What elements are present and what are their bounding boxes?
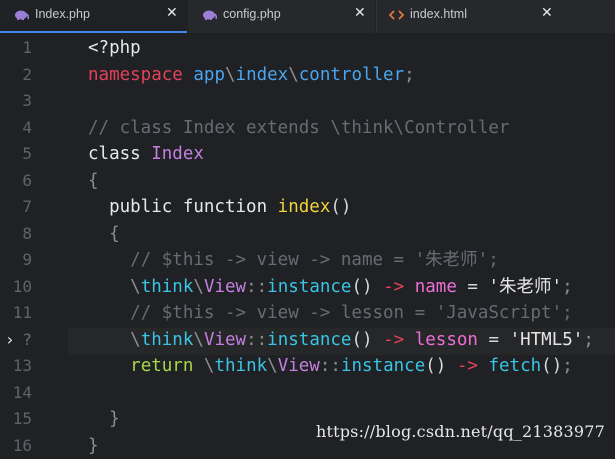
code-line: { <box>88 221 120 248</box>
separator: \ <box>193 330 204 350</box>
assign-operator: = <box>467 277 478 297</box>
code-line: class Index <box>88 141 204 168</box>
keyword: namespace <box>88 65 183 85</box>
method-name: instance <box>267 330 351 350</box>
line-number: 1 <box>0 35 32 62</box>
namespace-part: controller <box>299 65 404 85</box>
semicolon: ; <box>583 330 594 350</box>
brace: { <box>109 224 120 244</box>
code-line: <?php <box>88 35 141 62</box>
tab-index-php[interactable]: Index.php ✕ <box>0 0 187 33</box>
code-line: namespace app\index\controller; <box>88 62 415 89</box>
close-icon[interactable]: ✕ <box>354 4 366 21</box>
line-number: 8 <box>0 221 32 248</box>
line-number: 5 <box>0 141 32 168</box>
tab-label: Index.php <box>35 7 90 21</box>
scope-operator: :: <box>246 277 267 297</box>
parens: () <box>541 356 562 376</box>
php-elephant-icon <box>202 8 217 21</box>
code-line: \think\View::instance() -> name = '朱老师'; <box>88 274 573 301</box>
code-comment: // class Index extends \think\Controller <box>88 115 509 142</box>
line-number: 16 <box>0 433 32 459</box>
namespace-part: think <box>214 356 267 376</box>
line-number: 7 <box>0 194 32 221</box>
separator: \ <box>204 356 215 376</box>
semicolon: ; <box>562 356 573 376</box>
line-number: 13 <box>0 353 32 380</box>
tab-index-html[interactable]: index.html ✕ <box>376 0 615 33</box>
tab-bar: Index.php ✕ config.php ✕ index.html ✕ <box>0 0 615 33</box>
arrow-operator: -> <box>457 356 478 376</box>
namespace-part: app <box>193 65 225 85</box>
brace: } <box>109 409 120 429</box>
php-open-tag: <?php <box>88 38 141 58</box>
arrow-operator: -> <box>383 330 404 350</box>
brace: } <box>88 433 99 459</box>
keyword: public function <box>109 197 267 217</box>
namespace-part: think <box>141 277 194 297</box>
class-name: View <box>204 330 246 350</box>
method-name: instance <box>267 277 351 297</box>
parens: () <box>351 277 372 297</box>
string-literal: '朱老师' <box>489 277 563 297</box>
tab-config-php[interactable]: config.php ✕ <box>188 0 375 33</box>
separator: \ <box>130 277 141 297</box>
separator: \ <box>193 277 204 297</box>
property-name: lesson <box>415 330 478 350</box>
line-number: 3 <box>0 88 32 115</box>
separator: \ <box>130 330 141 350</box>
line-number: 4 <box>0 115 32 142</box>
keyword: class <box>88 144 141 164</box>
keyword: return <box>130 356 193 376</box>
separator: \ <box>225 65 236 85</box>
html-tag-icon <box>389 8 404 21</box>
property-name: name <box>415 277 457 297</box>
method-name: fetch <box>488 356 541 376</box>
assign-operator: = <box>488 330 499 350</box>
code-line-current: \think\View::instance() -> lesson = 'HTM… <box>88 327 594 354</box>
line-number: 6 <box>0 168 32 195</box>
close-icon[interactable]: ✕ <box>541 4 553 21</box>
method-name: instance <box>341 356 425 376</box>
class-name: View <box>204 277 246 297</box>
line-number: 10 <box>0 274 32 301</box>
code-line: public function index() <box>88 194 351 221</box>
semicolon: ; <box>404 65 415 85</box>
tab-label: index.html <box>410 7 467 21</box>
chevron-right-icon: › <box>5 330 15 349</box>
class-name: View <box>278 356 320 376</box>
tab-label: config.php <box>223 7 281 21</box>
separator: \ <box>267 356 278 376</box>
close-icon[interactable]: ✕ <box>166 4 178 21</box>
scope-operator: :: <box>320 356 341 376</box>
string-literal: 'HTML5' <box>510 330 584 350</box>
arrow-operator: -> <box>383 277 404 297</box>
line-number: 9 <box>0 247 32 274</box>
code-line: // $this -> view -> name = '朱老师'; <box>88 247 499 274</box>
brace: { <box>88 168 99 195</box>
watermark-url: https://blog.csdn.net/qq_21383977 <box>316 422 605 441</box>
namespace-part: index <box>236 65 289 85</box>
line-number-gutter: 1 2 3 4 5 6 7 8 9 10 11 ? 13 14 15 16 <box>0 33 68 451</box>
php-elephant-icon <box>14 8 29 21</box>
code-comment: // $this -> view -> lesson = 'JavaScript… <box>130 303 573 323</box>
scope-operator: :: <box>246 330 267 350</box>
separator: \ <box>288 65 299 85</box>
semicolon: ; <box>562 277 573 297</box>
line-number: 11 <box>0 300 32 327</box>
class-name: Index <box>151 144 204 164</box>
code-line: return \think\View::instance() -> fetch(… <box>88 353 573 380</box>
namespace-part: think <box>141 330 194 350</box>
line-number: 14 <box>0 380 32 407</box>
line-number: 2 <box>0 62 32 89</box>
line-number: 15 <box>0 406 32 433</box>
code-comment: // $this -> view -> name = '朱老师'; <box>130 250 499 270</box>
code-line: } <box>88 406 120 433</box>
function-name: index <box>278 197 331 217</box>
parens: () <box>425 356 446 376</box>
parens: () <box>330 197 351 217</box>
parens: () <box>351 330 372 350</box>
code-line: // $this -> view -> lesson = 'JavaScript… <box>88 300 573 327</box>
